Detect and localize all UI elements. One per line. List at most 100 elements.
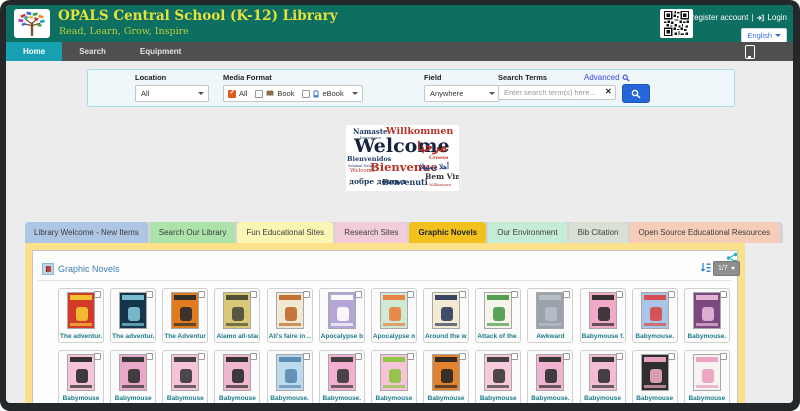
book-cover[interactable] bbox=[328, 354, 356, 391]
tab-fun-educational-sites[interactable]: Fun Educational Sites bbox=[237, 222, 333, 243]
media-checkbox-ebook[interactable] bbox=[302, 90, 310, 98]
select-book-checkbox[interactable] bbox=[198, 353, 205, 360]
panel-title-row[interactable]: Graphic Novels bbox=[42, 263, 120, 275]
book-title[interactable]: Babymouse. bbox=[321, 395, 363, 402]
book-card[interactable]: Apocalypse b... bbox=[319, 288, 365, 343]
book-title[interactable]: Apocalypse b... bbox=[321, 333, 363, 340]
sort-icon[interactable] bbox=[700, 262, 711, 274]
select-book-checkbox[interactable] bbox=[94, 291, 101, 298]
nav-item-home[interactable]: Home bbox=[6, 42, 62, 61]
page-selector[interactable]: 1/7 bbox=[713, 261, 740, 276]
book-title[interactable]: Babymouse bbox=[164, 395, 206, 402]
select-book-checkbox[interactable] bbox=[720, 291, 727, 298]
book-title[interactable]: Babymouse bbox=[112, 395, 154, 402]
select-book-checkbox[interactable] bbox=[720, 353, 727, 360]
select-book-checkbox[interactable] bbox=[303, 291, 310, 298]
location-select[interactable]: All bbox=[135, 85, 209, 102]
select-book-checkbox[interactable] bbox=[198, 291, 205, 298]
book-title[interactable]: Apocalypse m... bbox=[373, 333, 415, 340]
select-book-checkbox[interactable] bbox=[303, 353, 310, 360]
book-card[interactable]: Ali's faire in ... bbox=[267, 288, 313, 343]
book-cover[interactable] bbox=[536, 292, 564, 329]
search-input[interactable] bbox=[498, 85, 616, 100]
select-book-checkbox[interactable] bbox=[511, 291, 518, 298]
book-card[interactable]: Babymouse bbox=[475, 350, 521, 403]
book-title[interactable]: Awkward bbox=[529, 333, 571, 340]
book-title[interactable]: Attack of the ... bbox=[477, 333, 519, 340]
select-book-checkbox[interactable] bbox=[407, 291, 414, 298]
register-account-link[interactable]: Register account bbox=[688, 13, 748, 22]
book-card[interactable]: Babymouse bbox=[214, 350, 260, 403]
book-card[interactable]: Alamo all-stars bbox=[214, 288, 260, 343]
advanced-search-link[interactable]: Advanced bbox=[584, 73, 630, 82]
book-title[interactable]: The adventur... bbox=[60, 333, 102, 340]
book-card[interactable]: Babymouse. bbox=[319, 350, 365, 403]
select-book-checkbox[interactable] bbox=[146, 353, 153, 360]
book-card[interactable]: Apocalypse m... bbox=[371, 288, 417, 343]
select-book-checkbox[interactable] bbox=[459, 291, 466, 298]
book-card[interactable]: Babymouse bbox=[684, 350, 730, 403]
select-book-checkbox[interactable] bbox=[355, 353, 362, 360]
field-select[interactable]: Anywhere bbox=[424, 85, 500, 102]
tab-library-welcome-new-items[interactable]: Library Welcome - New Items bbox=[25, 222, 148, 243]
book-card[interactable]: Around the w... bbox=[423, 288, 469, 343]
book-cover[interactable] bbox=[589, 354, 617, 391]
book-cover[interactable] bbox=[171, 354, 199, 391]
select-book-checkbox[interactable] bbox=[146, 291, 153, 298]
book-card[interactable]: The adventur... bbox=[58, 288, 104, 343]
login-link[interactable]: Login bbox=[767, 13, 787, 22]
book-cover[interactable] bbox=[693, 354, 721, 391]
book-cover[interactable] bbox=[223, 292, 251, 329]
tab-graphic-novels[interactable]: Graphic Novels bbox=[409, 222, 486, 243]
book-title[interactable]: The Adventur... bbox=[164, 333, 206, 340]
book-card[interactable]: Babymouse bbox=[580, 350, 626, 403]
book-cover[interactable] bbox=[432, 292, 460, 329]
select-book-checkbox[interactable] bbox=[668, 291, 675, 298]
book-card[interactable]: Babymouse bbox=[110, 350, 156, 403]
select-book-checkbox[interactable] bbox=[616, 291, 623, 298]
book-cover[interactable] bbox=[276, 354, 304, 391]
media-checkbox-all[interactable] bbox=[228, 90, 236, 98]
book-cover[interactable] bbox=[693, 292, 721, 329]
book-title[interactable]: Babymouse bbox=[373, 395, 415, 402]
book-title[interactable]: Babymouse. bbox=[269, 395, 311, 402]
book-cover[interactable] bbox=[641, 292, 669, 329]
book-title[interactable]: Alamo all-stars bbox=[216, 333, 258, 340]
book-cover[interactable] bbox=[223, 354, 251, 391]
book-title[interactable]: Babymouse bbox=[634, 395, 676, 402]
book-title[interactable]: Around the w... bbox=[425, 333, 467, 340]
select-book-checkbox[interactable] bbox=[668, 353, 675, 360]
select-book-checkbox[interactable] bbox=[407, 353, 414, 360]
book-card[interactable]: Babymouse bbox=[162, 350, 208, 403]
select-book-checkbox[interactable] bbox=[616, 353, 623, 360]
book-card[interactable]: Babymouse. bbox=[684, 288, 730, 343]
book-card[interactable]: Babymouse. bbox=[527, 350, 573, 403]
select-book-checkbox[interactable] bbox=[511, 353, 518, 360]
clear-search-icon[interactable]: ✕ bbox=[605, 88, 612, 96]
book-title[interactable]: Babymouse bbox=[425, 395, 467, 402]
select-book-checkbox[interactable] bbox=[94, 353, 101, 360]
mobile-phone-icon[interactable] bbox=[745, 45, 755, 59]
book-cover[interactable] bbox=[536, 354, 564, 391]
book-cover[interactable] bbox=[380, 354, 408, 391]
select-book-checkbox[interactable] bbox=[459, 353, 466, 360]
book-card[interactable]: Babymouse. bbox=[267, 350, 313, 403]
tab-search-our-library[interactable]: Search Our Library bbox=[150, 222, 236, 243]
select-book-checkbox[interactable] bbox=[250, 291, 257, 298]
book-title[interactable]: Babymouse. bbox=[529, 395, 571, 402]
book-cover[interactable] bbox=[119, 292, 147, 329]
book-card[interactable]: Awkward bbox=[527, 288, 573, 343]
book-title[interactable]: Babymouse bbox=[477, 395, 519, 402]
book-title[interactable]: Babymouse bbox=[686, 395, 728, 402]
book-title[interactable]: The adventur... bbox=[112, 333, 154, 340]
book-cover[interactable] bbox=[67, 292, 95, 329]
select-book-checkbox[interactable] bbox=[563, 353, 570, 360]
book-cover[interactable] bbox=[641, 354, 669, 391]
book-cover[interactable] bbox=[67, 354, 95, 391]
book-cover[interactable] bbox=[484, 292, 512, 329]
tab-open-source-educational-resources[interactable]: Open Source Educational Resources bbox=[630, 222, 780, 243]
media-checkbox-book[interactable] bbox=[255, 90, 263, 98]
select-book-checkbox[interactable] bbox=[563, 291, 570, 298]
book-cover[interactable] bbox=[432, 354, 460, 391]
book-cover[interactable] bbox=[276, 292, 304, 329]
